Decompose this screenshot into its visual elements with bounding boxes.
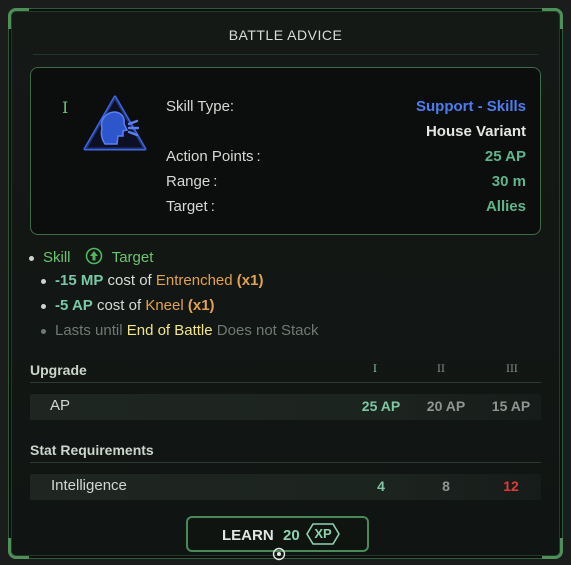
requirements-divider [30,462,541,463]
target-value: Allies [485,198,526,215]
skill-info-box: I Skill Type: Support - Skills House Var… [30,67,541,235]
ap-amount: -5 AP [55,297,93,314]
multiplier: (x1) [236,272,264,289]
skill-type-value: Support - Skills [415,98,526,115]
range-label: Range : [166,173,218,190]
panel-title: BATTLE ADVICE [228,27,343,43]
variant-label: House Variant [425,123,526,140]
effect-text: cost of [96,297,142,314]
upgrade-value-3: 15 AP [491,398,531,414]
range-value: 30 m [491,173,526,190]
requirement-row-intelligence: Intelligence 4 8 12 [30,474,541,500]
ally-arrow-icon [85,247,102,265]
multiplier: (x1) [187,297,215,314]
learn-label: LEARN [222,527,274,544]
upgrade-row-ap: AP 25 AP 20 AP 15 AP [30,394,541,420]
effect-line-duration: Lasts until End of Battle Does not Stack [41,322,319,339]
stacking-note: Does not Stack [216,322,319,339]
frame-corner [542,8,563,29]
upgrade-value-1: 25 AP [361,398,401,414]
upgrade-level-1: I [373,364,377,375]
tier-mark: I [62,98,69,117]
skill-word: Skill [43,249,71,266]
entrenched-skill: Entrenched [155,272,233,289]
kneel-skill: Kneel [145,297,184,314]
xp-label: XP [314,526,332,541]
action-points-value: 25 AP [484,148,526,165]
battle-advice-panel: BATTLE ADVICE I Skill Type: Support - Sk… [8,8,563,561]
target-word: Target [111,249,154,266]
requirement-label: Intelligence [51,477,127,494]
upgrade-row-label: AP [50,397,71,414]
bullet-dot [29,255,34,261]
bullet-dot [41,303,46,309]
upgrade-divider [30,382,541,383]
duration-prefix: Lasts until [55,322,123,339]
skill-type-label: Skill Type: [166,98,235,115]
duration-value: End of Battle [126,322,213,339]
requirement-value-2: 8 [442,478,450,494]
requirement-value-1: 4 [377,478,385,494]
upgrade-value-2: 20 AP [426,398,466,414]
bullet-dot [41,328,46,334]
upgrade-level-2: II [437,364,445,375]
shout-head-icon [83,95,147,151]
upgrade-title: Upgrade [30,362,87,378]
effect-line-ap: -5 AP cost of Kneel (x1) [41,297,215,314]
frame-corner [8,538,29,559]
target-reticle-icon [272,547,286,561]
requirement-value-3: 12 [503,478,519,494]
effect-line-mp: -15 MP cost of Entrenched (x1) [41,272,263,289]
frame-corner [8,8,29,29]
action-points-label: Action Points : [166,148,261,165]
xp-hexagon-icon: XP [306,522,340,546]
target-label: Target : [166,198,215,215]
mp-amount: -15 MP [55,272,104,289]
learn-cost: 20 [283,527,300,544]
effect-skill-target: Skill Target [29,247,153,266]
effect-text: cost of [107,272,152,289]
frame-corner [542,538,563,559]
bullet-dot [41,278,46,284]
upgrade-level-3: III [506,364,518,375]
requirements-title: Stat Requirements [30,442,154,458]
title-divider [33,54,538,55]
